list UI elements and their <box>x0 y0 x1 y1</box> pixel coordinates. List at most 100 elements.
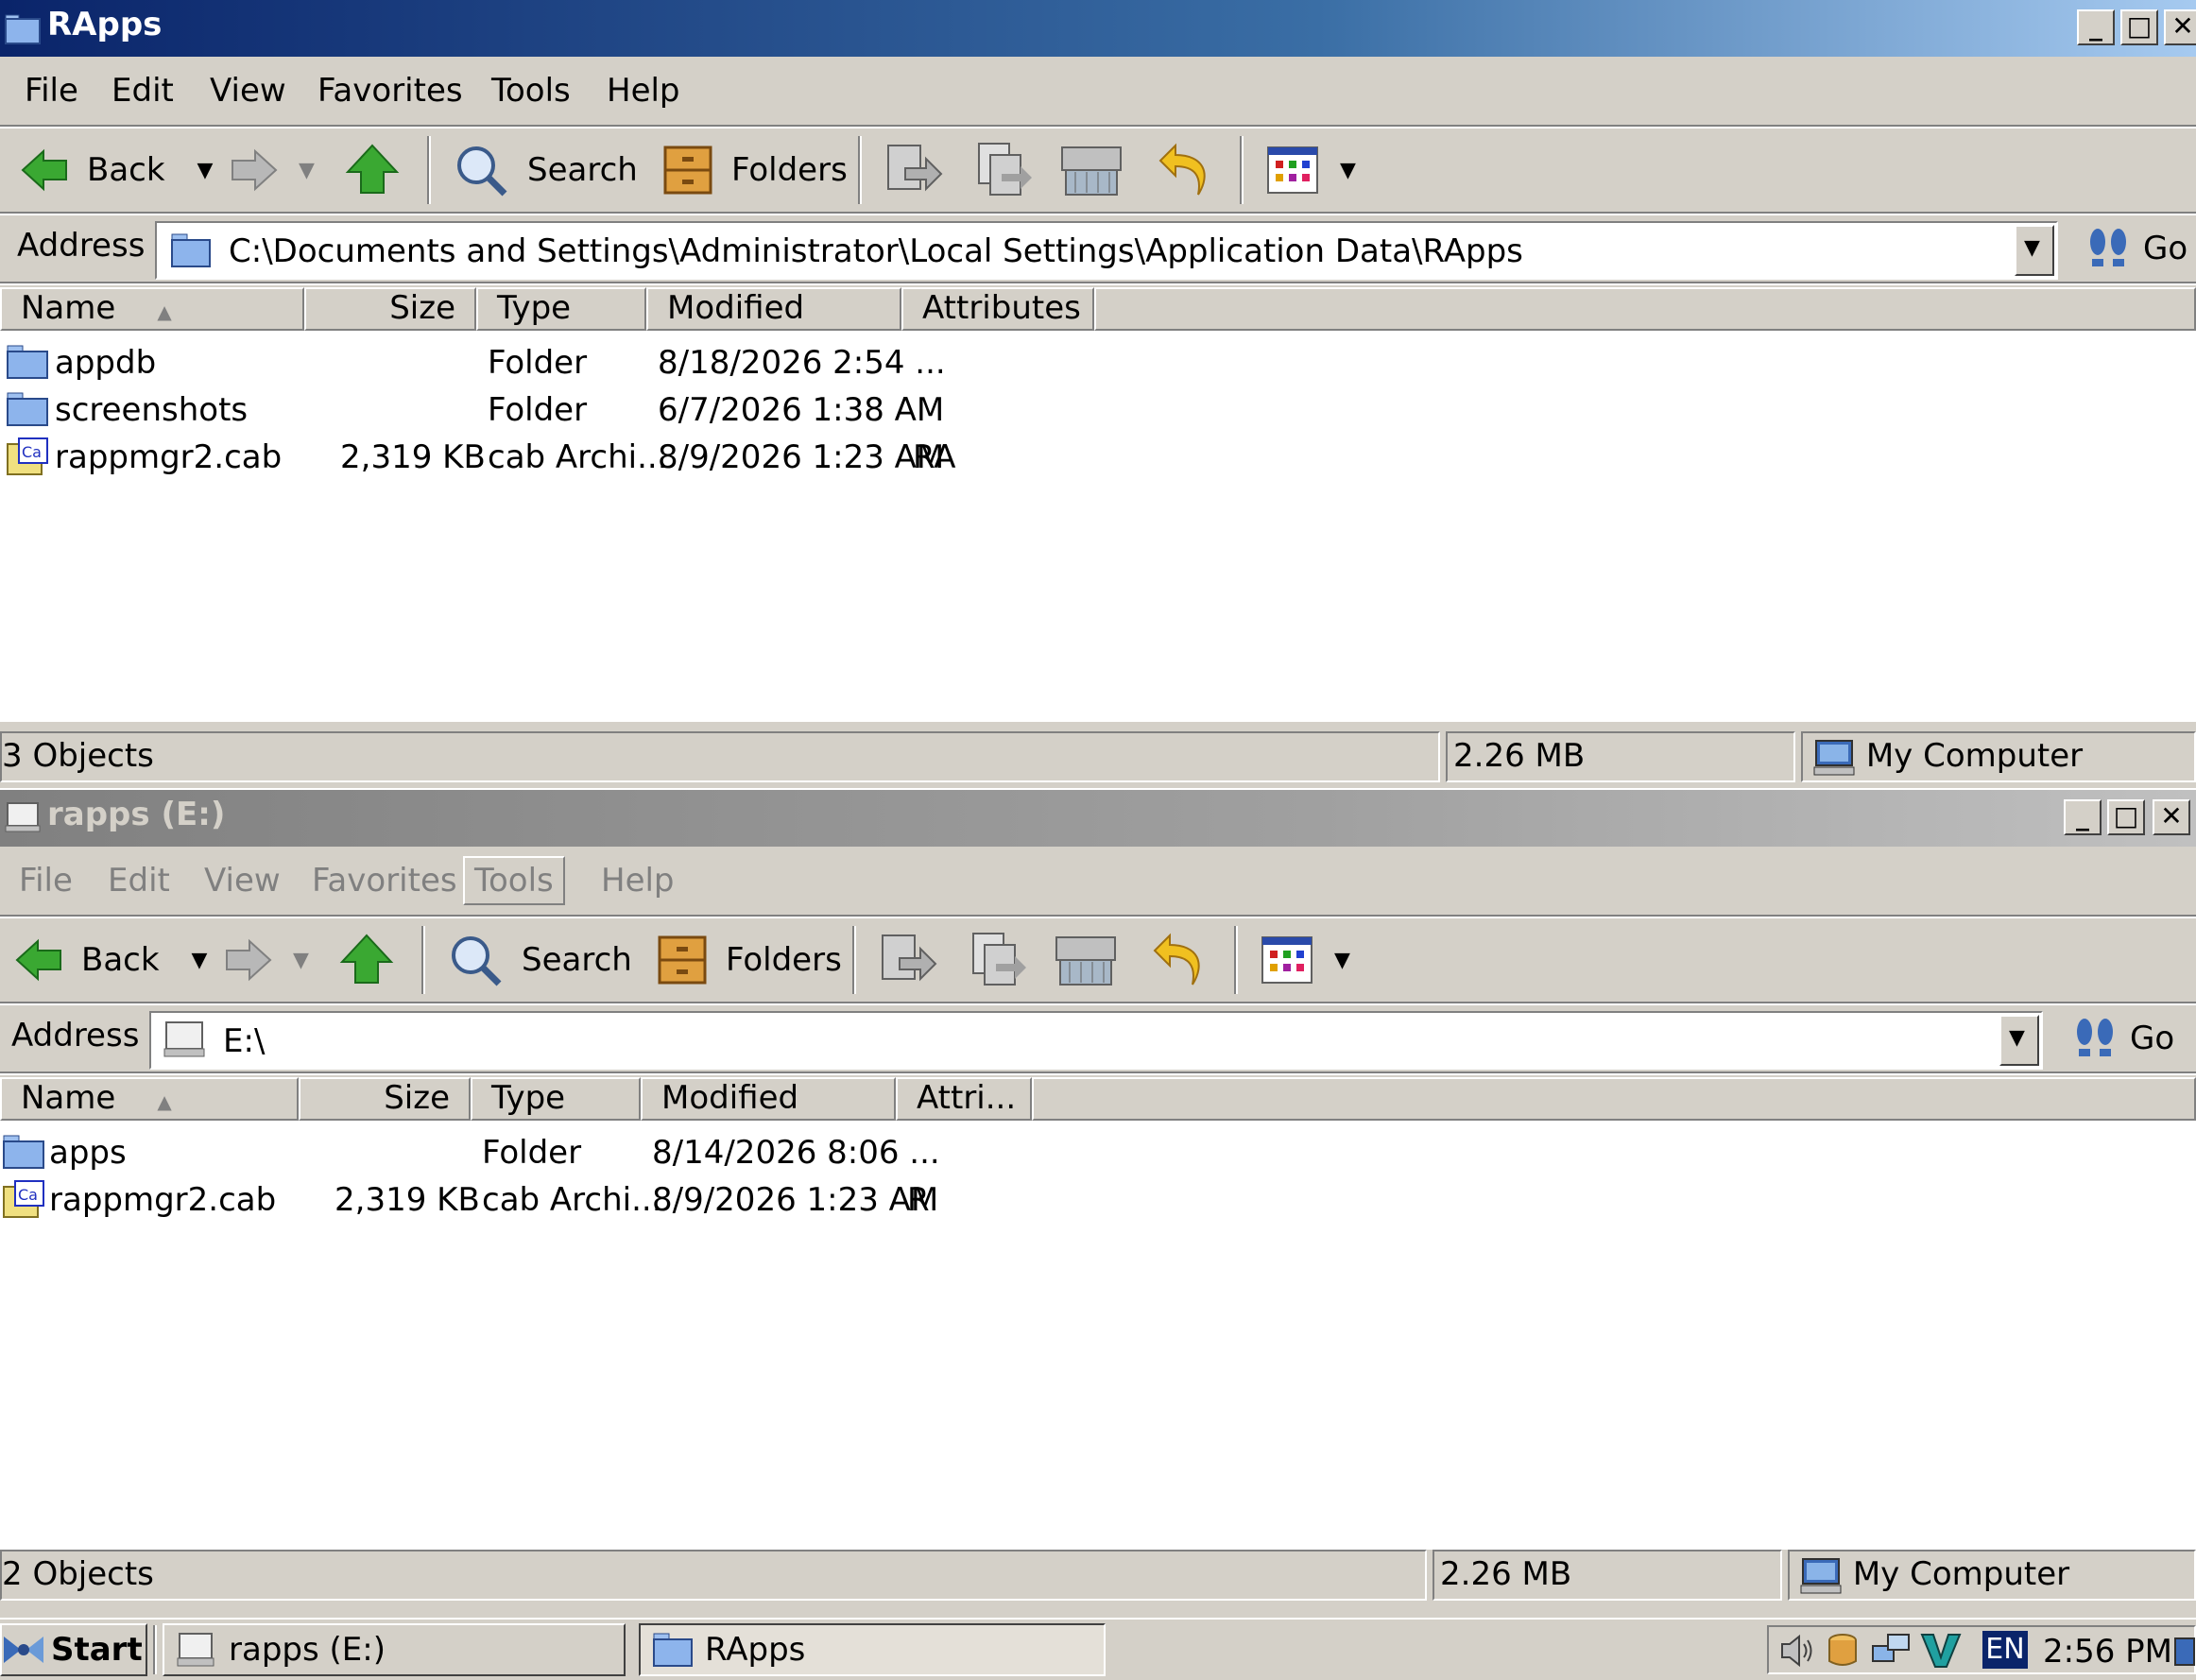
column-header-modified[interactable]: Modified <box>646 287 901 331</box>
system-tray: EN 2:56 PM <box>1767 1625 2196 1674</box>
table-row[interactable]: apps Folder 8/14/2026 8:06 ... <box>0 1128 2196 1175</box>
views-button[interactable]: ▼ <box>1266 136 1356 204</box>
maximize-button[interactable]: □ <box>2120 9 2158 45</box>
minimize-button[interactable]: _ <box>2077 9 2115 45</box>
menu-tools[interactable]: Tools <box>491 72 571 110</box>
menu-view[interactable]: View <box>204 862 281 900</box>
up-arrow-icon <box>339 934 394 984</box>
minimize-button[interactable]: _ <box>2064 799 2102 835</box>
close-button[interactable]: ✕ <box>2153 799 2190 835</box>
folders-button[interactable]: Folders <box>656 926 842 994</box>
virtualbox-icon[interactable] <box>1920 1631 1962 1671</box>
undo-button[interactable] <box>1157 136 1213 204</box>
database-icon[interactable] <box>1824 1631 1861 1671</box>
back-label: Back <box>87 151 165 189</box>
column-header-name[interactable]: Name ▲ <box>0 1077 299 1121</box>
cell-modified: 6/7/2026 1:38 AM <box>658 391 945 429</box>
title-bar[interactable]: rapps (E:) _ □ ✕ <box>0 790 2196 847</box>
move-to-button[interactable] <box>877 926 937 994</box>
delete-icon <box>1061 146 1122 196</box>
file-list: Name ▲ Size Type Modified Attri... apps F… <box>0 1077 2196 1550</box>
title-bar[interactable]: RApps _ □ ✕ <box>0 0 2196 57</box>
close-button[interactable]: ✕ <box>2164 9 2196 45</box>
delete-button[interactable] <box>1058 136 1124 204</box>
chevron-down-icon[interactable]: ▼ <box>293 949 309 972</box>
menu-favorites[interactable]: Favorites <box>317 72 463 110</box>
folders-button[interactable]: Folders <box>661 136 848 204</box>
menu-tools[interactable]: Tools <box>463 856 565 905</box>
column-header-attributes[interactable]: Attri... <box>896 1077 1032 1121</box>
address-dropdown-button[interactable]: ▼ <box>2015 225 2054 276</box>
menu-help[interactable]: Help <box>607 72 680 110</box>
table-row[interactable]: Ca rappmgr2.cab 2,319 KB cab Archi... 8/… <box>0 433 2196 480</box>
up-arrow-icon <box>345 144 400 194</box>
cell-name: screenshots <box>55 391 249 429</box>
clock[interactable]: 2:56 PM <box>2043 1633 2172 1671</box>
menu-edit[interactable]: Edit <box>112 72 174 110</box>
folders-label: Folders <box>731 151 848 189</box>
go-button[interactable]: Go <box>2086 227 2187 270</box>
start-button[interactable]: Start <box>0 1623 147 1676</box>
cell-size: 2,319 KB <box>340 438 486 476</box>
address-dropdown-button[interactable]: ▼ <box>1999 1015 2039 1066</box>
show-desktop-icon[interactable] <box>2173 1635 2196 1669</box>
forward-button[interactable]: ▼ <box>227 136 315 204</box>
status-zone: My Computer <box>1801 731 2196 782</box>
delete-button[interactable] <box>1053 926 1119 994</box>
views-button[interactable]: ▼ <box>1261 926 1350 994</box>
column-header-size[interactable]: Size <box>299 1077 471 1121</box>
go-button[interactable]: Go <box>2073 1017 2174 1060</box>
window-rapps-drive: rapps (E:) _ □ ✕ File Edit View Favorite… <box>0 788 2196 1618</box>
menu-help[interactable]: Help <box>601 862 675 900</box>
table-row[interactable]: screenshots Folder 6/7/2026 1:38 AM <box>0 386 2196 433</box>
maximize-button[interactable]: □ <box>2107 799 2145 835</box>
drive-icon <box>5 802 41 832</box>
copy-to-button[interactable] <box>973 136 1034 204</box>
up-folder-button[interactable] <box>344 136 401 204</box>
status-size: 2.26 MB <box>1433 1550 1782 1601</box>
menu-favorites[interactable]: Favorites <box>312 862 457 900</box>
column-header-filler <box>1032 1077 2196 1121</box>
chevron-down-icon[interactable]: ▼ <box>299 159 315 182</box>
address-input[interactable]: C:\Documents and Settings\Administrator\… <box>155 221 2058 280</box>
column-header-filler <box>1094 287 2196 331</box>
address-input[interactable]: E:\ ▼ <box>149 1011 2043 1070</box>
cell-name: apps <box>49 1134 127 1172</box>
move-to-button[interactable] <box>883 136 943 204</box>
menu-file[interactable]: File <box>19 862 73 900</box>
address-value: C:\Documents and Settings\Administrator\… <box>229 232 1523 270</box>
divider <box>0 1071 2196 1075</box>
table-row[interactable]: Ca rappmgr2.cab 2,319 KB cab Archi... 8/… <box>0 1175 2196 1223</box>
cell-type: cab Archi... <box>488 438 668 476</box>
menu-file[interactable]: File <box>25 72 78 110</box>
menu-edit[interactable]: Edit <box>108 862 170 900</box>
table-row[interactable]: appdb Folder 8/18/2026 2:54 ... <box>0 338 2196 386</box>
taskbar-item-rapps-drive[interactable]: rapps (E:) <box>163 1623 626 1676</box>
back-button[interactable]: Back ▼ <box>13 926 207 994</box>
language-indicator[interactable]: EN <box>1982 1631 2028 1669</box>
column-header-attributes[interactable]: Attributes <box>901 287 1094 331</box>
chevron-down-icon[interactable]: ▼ <box>192 949 208 972</box>
views-icon <box>1267 146 1318 194</box>
column-header-modified[interactable]: Modified <box>641 1077 896 1121</box>
chevron-down-icon[interactable]: ▼ <box>197 159 214 182</box>
forward-button[interactable]: ▼ <box>221 926 309 994</box>
column-header-type[interactable]: Type <box>476 287 646 331</box>
taskbar-item-rapps[interactable]: RApps <box>639 1623 1106 1676</box>
network-icon[interactable] <box>1871 1633 1913 1669</box>
back-label: Back <box>81 941 160 979</box>
column-header-size[interactable]: Size <box>304 287 476 331</box>
chevron-down-icon[interactable]: ▼ <box>1340 159 1356 182</box>
search-button[interactable]: Search <box>452 136 638 204</box>
undo-button[interactable] <box>1151 926 1208 994</box>
up-folder-button[interactable] <box>338 926 395 994</box>
cell-name: rappmgr2.cab <box>55 438 283 476</box>
copy-to-button[interactable] <box>968 926 1028 994</box>
column-header-type[interactable]: Type <box>471 1077 641 1121</box>
menu-view[interactable]: View <box>210 72 286 110</box>
speaker-icon[interactable] <box>1778 1633 1816 1669</box>
column-header-name[interactable]: Name ▲ <box>0 287 304 331</box>
search-button[interactable]: Search <box>446 926 632 994</box>
back-button[interactable]: Back ▼ <box>19 136 213 204</box>
chevron-down-icon[interactable]: ▼ <box>1334 949 1350 972</box>
